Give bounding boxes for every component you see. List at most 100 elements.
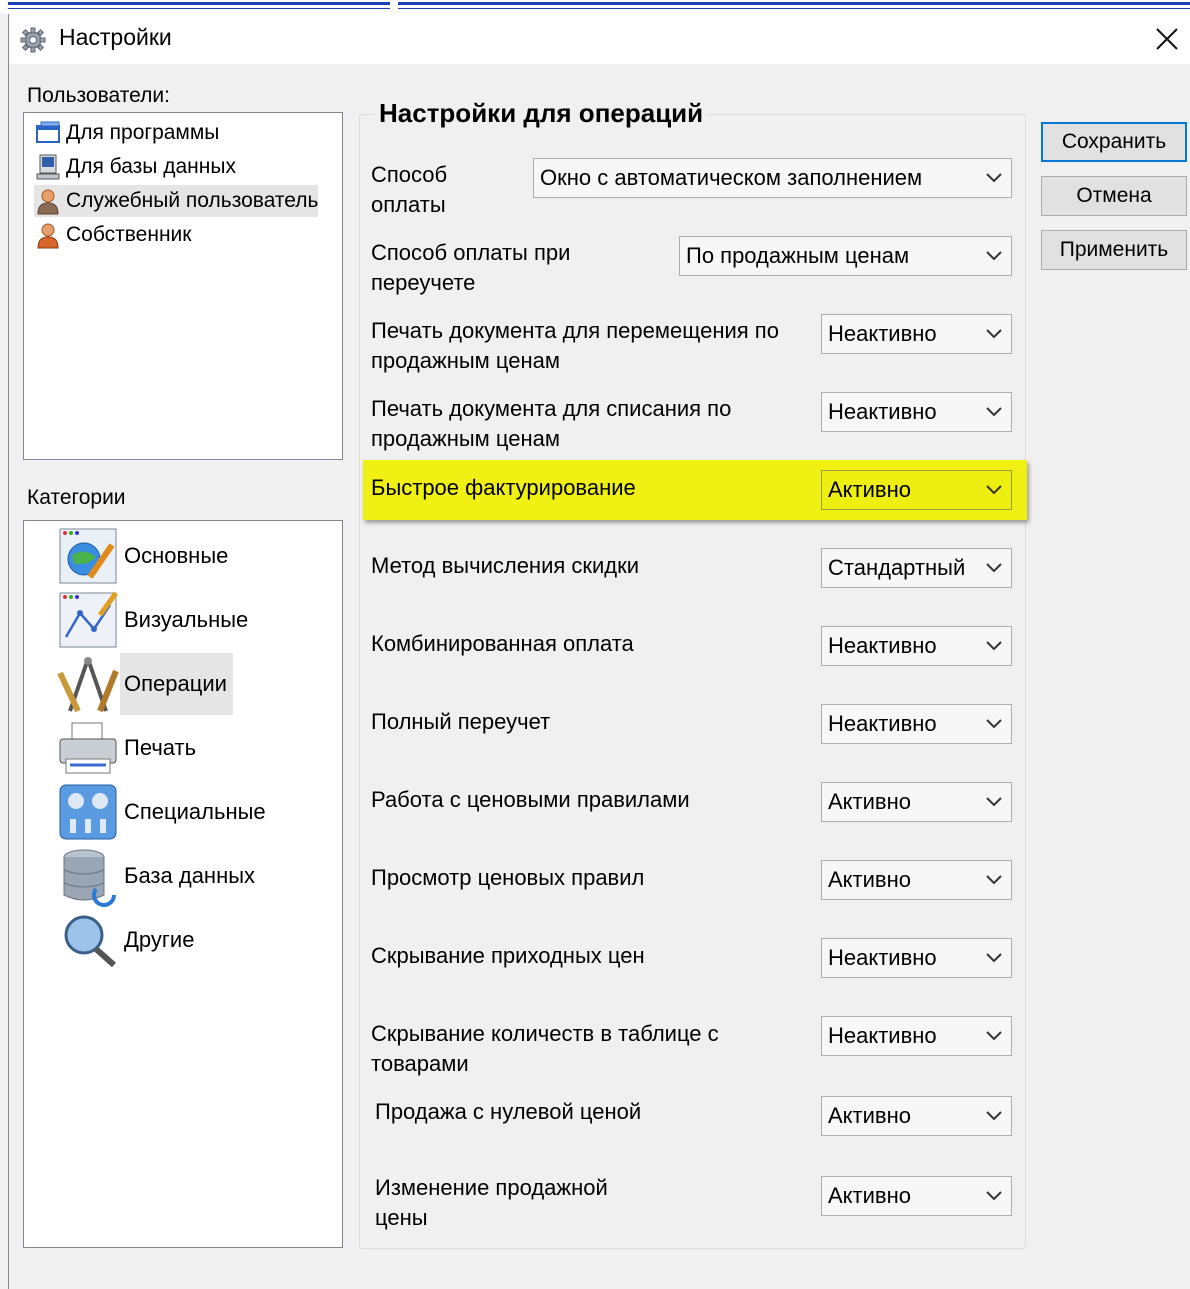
categories-label: Категории [27,486,126,509]
hide-purchase-prices-select[interactable]: Неактивно [821,938,1012,978]
special-panel-icon [59,784,117,840]
category-operations[interactable]: Операции [56,653,233,715]
user-icon [37,223,59,249]
drafting-tools-icon [57,657,119,713]
select-value: Активно [828,477,911,502]
operations-title: Настройки для операций [375,98,708,129]
users-label: Пользователи: [27,84,170,107]
computer-icon [36,154,60,180]
chevron-down-icon [986,719,1002,729]
user-item-label: Для базы данных [66,155,236,178]
user-item-service[interactable]: Служебный пользователь [34,185,319,217]
select-value: Окно с автоматическом заполнением [540,165,923,190]
chevron-down-icon [986,329,1002,339]
discount-method-select[interactable]: Стандартный [821,548,1012,588]
chevron-down-icon [986,1111,1002,1121]
row-label-full-inventory: Полный переучет [371,709,551,734]
chevron-down-icon [986,251,1002,261]
chevron-down-icon [986,407,1002,417]
chevron-down-icon [986,1191,1002,1201]
select-value: Неактивно [828,399,937,424]
category-label: База данных [124,863,256,888]
row-label-hide-purchase-prices: Скрывание приходных цен [371,943,645,968]
globe-tools-icon [59,528,117,584]
cancel-button[interactable]: Отмена [1041,176,1187,216]
zero-price-sale-select[interactable]: Активно [821,1096,1012,1136]
category-label: Специальные [124,799,266,824]
user-item-database[interactable]: Для базы данных [34,151,236,183]
quick-invoicing-select[interactable]: Активно [821,470,1012,510]
select-value: Неактивно [828,1023,937,1048]
row-label-zero-price-sale: Продажа с нулевой ценой [375,1099,642,1124]
row-label-price-rules: Работа с ценовыми правилами [371,787,690,812]
user-item-program[interactable]: Для программы [34,117,219,149]
title-bar: Настройки [9,14,1190,64]
users-list[interactable]: Для программы Для базы данных Служебный … [23,112,343,460]
category-database[interactable]: База данных [56,845,261,907]
row-label-combined-payment: Комбинированная оплата [371,631,634,656]
user-item-label: Собственник [66,223,192,246]
category-basic[interactable]: Основные [56,525,234,587]
inventory-payment-select[interactable]: По продажным ценам [679,236,1012,276]
row-label-payment-method: Способ оплаты [371,162,448,217]
change-sale-price-select[interactable]: Активно [821,1176,1012,1216]
select-value: По продажным ценам [686,243,910,268]
apply-button[interactable]: Применить [1041,230,1187,270]
row-label-quick-invoicing: Быстрое фактурирование [371,475,636,500]
graph-pen-icon [59,591,119,648]
combined-payment-select[interactable]: Неактивно [821,626,1012,666]
top-strip [0,0,1190,14]
user-icon [37,189,59,215]
user-item-label: Служебный пользователь [66,189,319,212]
select-value: Активно [828,1103,911,1128]
windows-app-icon [36,121,60,143]
categories-list[interactable]: Основные Визуальные Операции Печать Спец… [23,520,343,1248]
print-transfer-select[interactable]: Неактивно [821,314,1012,354]
print-writeoff-select[interactable]: Неактивно [821,392,1012,432]
category-special[interactable]: Специальные [56,781,272,843]
chevron-down-icon [986,875,1002,885]
gear-icon [20,27,46,53]
printer-icon [59,722,117,774]
close-icon [1156,28,1178,50]
settings-window: Настройки Пользователи: Для программы Дл… [8,14,1190,1289]
database-icon [63,849,116,907]
row-label-print-writeoff: Печать документа для списания по продажн… [371,396,732,451]
price-rules-select[interactable]: Активно [821,782,1012,822]
category-print[interactable]: Печать [56,717,202,779]
select-value: Стандартный [828,555,966,580]
select-value: Неактивно [828,711,937,736]
select-value: Активно [828,867,911,892]
chevron-down-icon [986,797,1002,807]
select-value: Активно [828,789,911,814]
chevron-down-icon [986,173,1002,183]
view-price-rules-select[interactable]: Активно [821,860,1012,900]
chevron-down-icon [986,563,1002,573]
category-label: Визуальные [124,607,249,632]
save-button[interactable]: Сохранить [1041,122,1187,162]
row-label-inventory-payment: Способ оплаты при переучете [371,240,571,295]
row-label-change-sale-price: Изменение продажной цены [375,1175,608,1230]
row-label-hide-quantities: Скрывание количеств в таблице с товарами [371,1021,719,1076]
magnifier-icon [64,915,116,968]
row-label-discount-method: Метод вычисления скидки [371,553,640,578]
category-label: Операции [120,653,233,715]
category-label: Другие [124,927,195,952]
select-value: Активно [828,1183,911,1208]
select-value: Неактивно [828,633,937,658]
full-inventory-select[interactable]: Неактивно [821,704,1012,744]
hide-quantities-select[interactable]: Неактивно [821,1016,1012,1056]
window-title: Настройки [59,24,172,50]
category-other[interactable]: Другие [56,909,200,971]
user-item-owner[interactable]: Собственник [34,219,191,251]
category-label: Печать [124,735,197,760]
select-value: Неактивно [828,321,937,346]
row-label-view-price-rules: Просмотр ценовых правил [371,865,645,890]
user-item-label: Для программы [66,121,220,144]
category-label: Основные [124,543,229,568]
row-label-print-transfer: Печать документа для перемещения по прод… [371,318,779,373]
close-button[interactable] [1149,22,1185,56]
chevron-down-icon [986,641,1002,651]
payment-method-select[interactable]: Окно с автоматическом заполнением [533,158,1012,198]
category-visual[interactable]: Визуальные [56,589,254,651]
